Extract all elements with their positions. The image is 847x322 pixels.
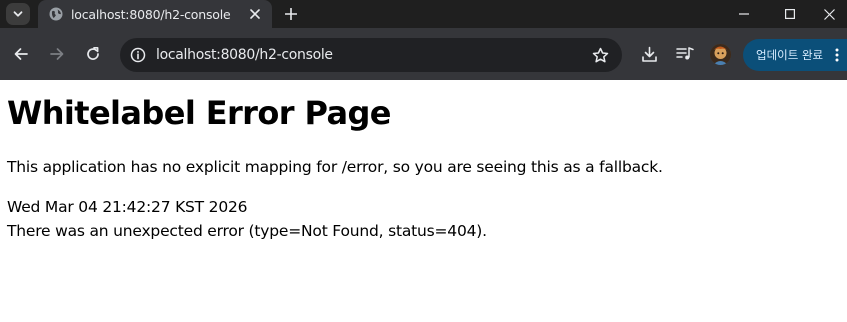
error-description: This application has no explicit mapping… <box>7 158 663 176</box>
maximize-icon <box>785 9 795 19</box>
bookmark-button[interactable] <box>590 45 610 65</box>
globe-icon <box>49 7 63 21</box>
back-button[interactable] <box>11 44 31 64</box>
error-timestamp: Wed Mar 04 21:42:27 KST 2026 <box>7 198 248 216</box>
avatar-image <box>710 44 731 65</box>
reload-icon <box>87 46 99 60</box>
tab-title: localhost:8080/h2-console <box>71 7 231 22</box>
tab-strip: localhost:8080/h2-console <box>0 0 847 28</box>
page-title: Whitelabel Error Page <box>7 94 391 132</box>
close-icon <box>250 9 260 19</box>
site-info-button[interactable] <box>128 45 148 65</box>
tab-search-button[interactable] <box>6 3 30 25</box>
minimize-button[interactable] <box>721 0 767 28</box>
media-queue-icon <box>676 47 694 60</box>
kebab-menu-icon <box>835 48 839 62</box>
arrow-left-icon <box>14 48 28 60</box>
info-icon <box>130 47 146 63</box>
url-host: localhost <box>156 47 217 63</box>
update-button-label: 업데이트 완료 <box>756 48 824 62</box>
url-text[interactable]: localhost:8080/h2-console <box>156 47 556 65</box>
address-bar[interactable]: localhost:8080/h2-console <box>120 38 622 72</box>
browser-toolbar: localhost:8080/h2-console 업데이트 완료 <box>0 28 847 80</box>
star-icon <box>592 47 608 62</box>
close-window-button[interactable] <box>812 0 847 28</box>
media-control-button[interactable] <box>675 44 695 64</box>
downloads-button[interactable] <box>639 44 659 64</box>
arrow-right-icon <box>50 48 64 60</box>
active-tab[interactable]: localhost:8080/h2-console <box>38 0 272 28</box>
forward-button[interactable] <box>47 44 67 64</box>
browser-menu-button[interactable] <box>831 47 843 63</box>
minimize-icon <box>739 13 749 15</box>
tab-close-button[interactable] <box>247 6 263 22</box>
page-content: Whitelabel Error Page This application h… <box>0 80 847 322</box>
close-icon <box>824 8 835 20</box>
error-message: There was an unexpected error (type=Not … <box>7 222 487 240</box>
download-icon <box>641 46 657 62</box>
update-button[interactable]: 업데이트 완료 <box>743 39 847 71</box>
maximize-button[interactable] <box>767 0 813 28</box>
profile-avatar[interactable] <box>710 44 731 65</box>
url-path: :8080/h2-console <box>216 47 333 63</box>
reload-button[interactable] <box>83 44 103 64</box>
plus-icon <box>285 8 297 20</box>
chevron-down-icon <box>13 11 23 17</box>
new-tab-button[interactable] <box>281 4 301 24</box>
